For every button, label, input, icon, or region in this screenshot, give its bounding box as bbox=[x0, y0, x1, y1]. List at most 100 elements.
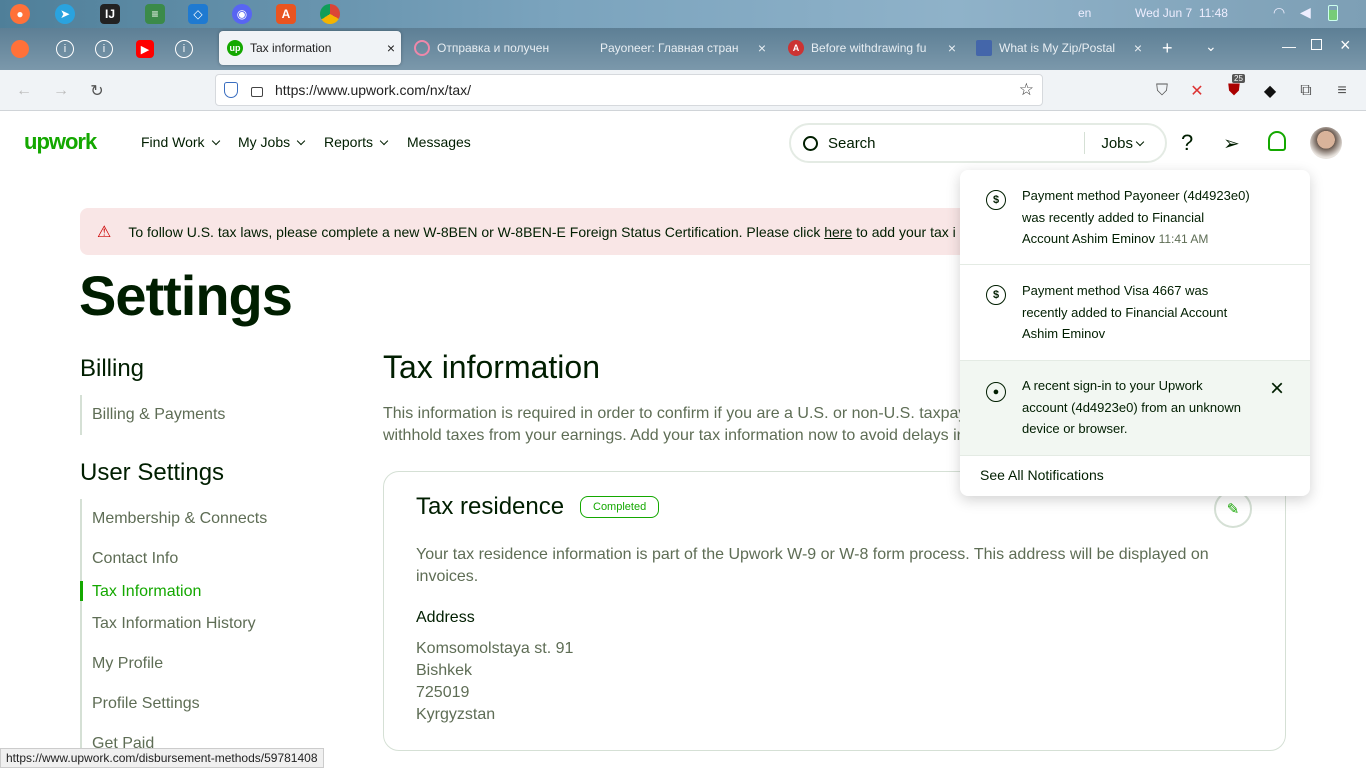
address-block: Komsomolstaya st. 91 Bishkek 725019 Kyrg… bbox=[416, 638, 573, 726]
search-icon bbox=[803, 135, 818, 151]
browser-nav-bar: ← → ↻ https://www.upwork.com/nx/tax/ ☆ ⛉… bbox=[0, 70, 1366, 111]
notification-text: Payment method Visa 4667 was recently ad… bbox=[1022, 280, 1277, 345]
notification-line: Payment method Payoneer (4d4923e0) bbox=[1022, 188, 1250, 203]
gnome-extension-icon[interactable]: ◆ bbox=[1259, 80, 1281, 102]
close-tab-icon[interactable]: × bbox=[1128, 40, 1148, 56]
url-bar[interactable]: https://www.upwork.com/nx/tax/ ☆ bbox=[215, 74, 1043, 106]
wifi-icon[interactable]: ◠ bbox=[1273, 4, 1285, 21]
chrome-launcher-icon[interactable] bbox=[320, 4, 340, 24]
clock[interactable]: Wed Jun 7 11:48 bbox=[1135, 6, 1228, 20]
card-description-line: Your tax residence information is part o… bbox=[416, 546, 1209, 563]
search-input[interactable]: Search bbox=[828, 135, 1084, 152]
tab-title: What is My Zip/Postal bbox=[999, 41, 1116, 55]
see-all-notifications-link[interactable]: See All Notifications bbox=[980, 467, 1104, 483]
new-tab-plus-icon[interactable]: + bbox=[1162, 38, 1173, 59]
address-label: Address bbox=[416, 609, 475, 626]
warning-triangle-icon: ⚠ bbox=[97, 223, 112, 241]
sidebar-divider bbox=[80, 395, 82, 435]
language-indicator[interactable]: en bbox=[1078, 6, 1091, 20]
direct-contracts-send-icon[interactable]: ➢ bbox=[1223, 131, 1240, 156]
pocket-icon[interactable]: ⛉ bbox=[1151, 80, 1173, 102]
close-tab-icon[interactable]: × bbox=[381, 40, 401, 56]
sidebar-item-profile-settings[interactable]: Profile Settings bbox=[92, 695, 200, 713]
tab-zip-postal[interactable]: What is My Zip/Postal × bbox=[968, 31, 1148, 65]
notification-line: recently added to Financial Account bbox=[1022, 304, 1228, 320]
reload-icon[interactable]: ↻ bbox=[86, 80, 108, 102]
sidebar-item-membership[interactable]: Membership & Connects bbox=[92, 510, 267, 528]
ublock-origin-icon[interactable]: ⛊ 25 bbox=[1223, 74, 1245, 102]
help-question-icon[interactable]: ? bbox=[1181, 130, 1193, 156]
info-icon[interactable]: i bbox=[95, 40, 113, 58]
address-line: Kyrgyzstan bbox=[416, 706, 496, 723]
bookmark-star-icon[interactable]: ☆ bbox=[1019, 80, 1034, 100]
user-circle-icon: ● bbox=[986, 382, 1006, 402]
jetbrains-launcher-icon[interactable]: IJ bbox=[100, 4, 120, 24]
battery-icon[interactable] bbox=[1328, 5, 1338, 21]
notification-line: device or browser. bbox=[1022, 421, 1128, 436]
sidebar-item-tax-history[interactable]: Tax Information History bbox=[92, 615, 256, 633]
telegram-launcher-icon[interactable]: ➤ bbox=[55, 4, 75, 24]
dollar-icon: $ bbox=[986, 285, 1006, 305]
sidebar-item-my-profile[interactable]: My Profile bbox=[92, 655, 163, 673]
banner-text-rest: to add your tax i bbox=[852, 223, 956, 240]
lock-icon[interactable] bbox=[251, 87, 263, 97]
avatar[interactable] bbox=[1310, 127, 1342, 159]
notification-item[interactable]: $ Payment method Payoneer (4d4923e0) was… bbox=[960, 170, 1310, 265]
volume-icon[interactable]: ◀ bbox=[1300, 4, 1311, 21]
chevron-down-icon bbox=[211, 136, 220, 145]
address-line: Bishkek bbox=[416, 662, 473, 679]
loading-favicon-icon bbox=[414, 40, 430, 56]
forward-arrow-icon[interactable]: → bbox=[50, 80, 72, 102]
notification-text: Payment method Payoneer (4d4923e0) was r… bbox=[1022, 185, 1277, 251]
url-text[interactable]: https://www.upwork.com/nx/tax/ bbox=[275, 82, 1019, 98]
nav-find-work[interactable]: Find Work bbox=[141, 134, 220, 150]
card-title: Tax residence bbox=[416, 493, 565, 520]
close-tab-icon[interactable]: × bbox=[752, 40, 772, 56]
software-center-launcher-icon[interactable]: A bbox=[276, 4, 296, 24]
close-window-icon[interactable]: × bbox=[1340, 35, 1351, 56]
sidebar-heading-user-settings: User Settings bbox=[80, 459, 225, 486]
minimize-window-icon[interactable]: — bbox=[1282, 38, 1296, 54]
nav-messages[interactable]: Messages bbox=[407, 134, 471, 150]
notification-item-highlighted[interactable]: ● A recent sign-in to your Upwork accoun… bbox=[960, 361, 1310, 456]
search-divider bbox=[1084, 132, 1086, 154]
notification-item[interactable]: $ Payment method Visa 4667 was recently … bbox=[960, 265, 1310, 361]
extension-puzzle-x-icon[interactable]: ✕ bbox=[1186, 80, 1208, 102]
maximize-window-icon[interactable] bbox=[1311, 39, 1322, 50]
shield-icon[interactable] bbox=[224, 82, 238, 98]
banner-text: To follow U.S. tax laws, please complete… bbox=[128, 223, 825, 240]
back-arrow-icon[interactable]: ← bbox=[13, 80, 35, 102]
firefox-view-icon[interactable] bbox=[11, 40, 29, 58]
notification-bell-icon[interactable] bbox=[1268, 131, 1286, 151]
search-scope-label: Jobs bbox=[1101, 134, 1133, 152]
site-favicon-icon: A bbox=[788, 40, 804, 56]
sidebar-item-contact-info[interactable]: Contact Info bbox=[92, 550, 178, 568]
info-icon[interactable]: i bbox=[56, 40, 74, 58]
tab-before-withdrawing[interactable]: A Before withdrawing fu × bbox=[780, 31, 962, 65]
firefox-launcher-icon[interactable]: ● bbox=[10, 4, 30, 24]
sidebar-item-billing-payments[interactable]: Billing & Payments bbox=[92, 406, 225, 424]
search-scope-dropdown[interactable]: Jobs bbox=[1101, 134, 1145, 152]
discord-launcher-icon[interactable]: ◉ bbox=[232, 4, 252, 24]
close-tab-icon[interactable]: × bbox=[942, 40, 962, 56]
sidebar-item-tax-information[interactable]: Tax Information bbox=[92, 583, 201, 601]
tab-payoneer[interactable]: Payoneer: Главная стран × bbox=[592, 31, 772, 65]
menu-hamburger-icon[interactable]: ≡ bbox=[1331, 80, 1353, 102]
upwork-logo[interactable]: upwork bbox=[24, 129, 97, 155]
site-favicon-icon bbox=[976, 40, 992, 56]
tab-otpravka[interactable]: Отправка и получен bbox=[406, 31, 586, 65]
nav-reports[interactable]: Reports bbox=[324, 134, 389, 150]
extensions-icon[interactable]: ⧉ bbox=[1295, 80, 1317, 102]
info-icon[interactable]: i bbox=[175, 40, 193, 58]
stack-app-launcher-icon[interactable]: ≡ bbox=[145, 4, 165, 24]
tab-tax-information[interactable]: up Tax information × bbox=[219, 31, 401, 65]
notification-text: A recent sign-in to your Upwork account … bbox=[1022, 375, 1277, 440]
vscode-launcher-icon[interactable]: ◇ bbox=[188, 4, 208, 24]
tab-list-chevron-icon[interactable]: ⌄ bbox=[1205, 38, 1217, 55]
extension-badge: 25 bbox=[1232, 74, 1245, 83]
dismiss-close-icon[interactable]: × bbox=[1270, 375, 1284, 403]
nav-my-jobs[interactable]: My Jobs bbox=[238, 134, 306, 150]
youtube-icon[interactable]: ▶ bbox=[136, 40, 154, 58]
search-bar[interactable]: Search Jobs bbox=[789, 123, 1167, 163]
banner-here-link[interactable]: here bbox=[824, 224, 852, 240]
